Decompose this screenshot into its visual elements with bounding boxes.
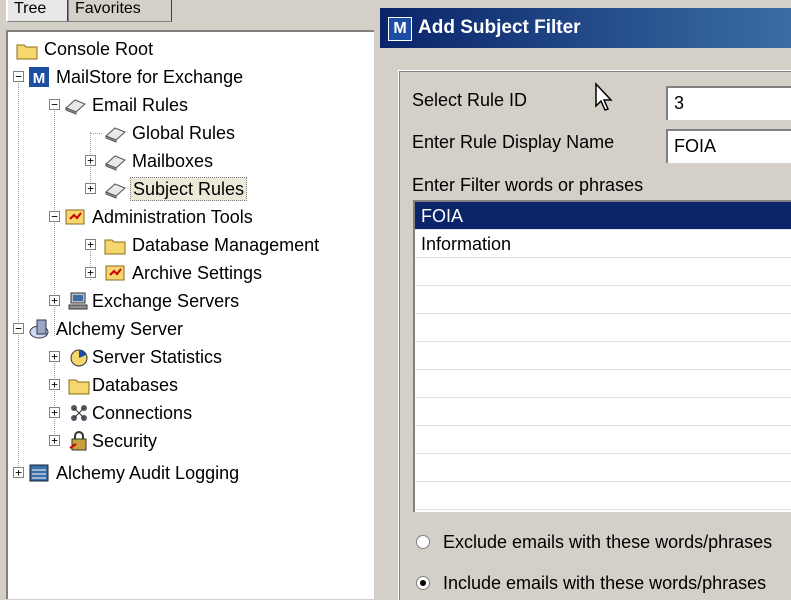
expand-toggle[interactable]: + <box>85 239 96 250</box>
include-option-label: Include emails with these words/phrases <box>443 573 767 593</box>
dialog-title-bar[interactable]: M Add Subject Filter <box>380 8 791 48</box>
audit-log-icon <box>28 462 50 484</box>
rules-book-icon <box>64 94 86 116</box>
folder-icon <box>68 374 90 396</box>
collapse-toggle[interactable]: − <box>49 211 60 222</box>
list-row-empty[interactable] <box>415 426 791 454</box>
mailstore-m-icon: M <box>28 66 50 88</box>
statistics-icon <box>68 346 90 368</box>
tab-tree[interactable]: Tree <box>6 0 68 22</box>
list-row-empty[interactable] <box>415 482 791 510</box>
expand-toggle[interactable]: + <box>49 407 60 418</box>
folder-icon <box>104 234 126 256</box>
filter-words-list[interactable]: FOIA Information <box>413 200 791 512</box>
tab-favorites[interactable]: Favorites <box>68 0 172 22</box>
list-item[interactable]: Information <box>415 230 791 258</box>
expand-toggle[interactable]: + <box>49 435 60 446</box>
folder-icon <box>16 39 38 61</box>
expand-toggle[interactable]: + <box>49 295 60 306</box>
collapse-toggle[interactable]: − <box>13 71 24 82</box>
rules-book-icon <box>104 150 126 172</box>
include-radio[interactable] <box>416 576 430 590</box>
radio-selected-dot <box>420 580 426 586</box>
list-row-empty[interactable] <box>415 398 791 426</box>
svg-text:M: M <box>33 70 46 87</box>
exclude-radio[interactable] <box>416 535 430 549</box>
expand-toggle[interactable]: + <box>49 351 60 362</box>
dialog-title: Add Subject Filter <box>418 17 581 38</box>
expand-toggle[interactable]: + <box>85 267 96 278</box>
list-row-empty[interactable] <box>415 342 791 370</box>
expand-toggle[interactable]: + <box>49 379 60 390</box>
admin-tools-icon <box>104 262 126 284</box>
display-name-field[interactable]: FOIA <box>666 129 791 163</box>
list-row-empty[interactable] <box>415 370 791 398</box>
rules-book-icon <box>104 122 126 144</box>
list-row-empty[interactable] <box>415 314 791 342</box>
collapse-toggle[interactable]: − <box>13 323 24 334</box>
connections-icon <box>68 402 90 424</box>
admin-tools-icon <box>64 206 86 228</box>
security-icon <box>68 430 90 452</box>
console-tree[interactable]: Console Root − M MailStore for Exchange … <box>6 30 374 599</box>
mailstore-m-icon: M <box>388 17 412 41</box>
expand-toggle[interactable]: + <box>13 467 24 478</box>
expand-toggle[interactable]: + <box>85 155 96 166</box>
server-computer-icon <box>68 290 90 312</box>
rules-book-icon <box>104 178 126 200</box>
mouse-pointer-icon <box>594 82 616 117</box>
list-row-empty[interactable] <box>415 258 791 286</box>
alchemy-server-icon <box>28 318 50 340</box>
filter-words-label: Enter Filter words or phrases <box>412 175 644 195</box>
exclude-option-label: Exclude emails with these words/phrases <box>443 532 773 552</box>
expand-toggle[interactable]: + <box>85 183 96 194</box>
rule-id-field[interactable]: 3 <box>666 86 791 120</box>
tab-strip: Tree Favorites <box>0 0 380 30</box>
list-row-empty[interactable] <box>415 286 791 314</box>
list-row-empty[interactable] <box>415 454 791 482</box>
display-name-label: Enter Rule Display Name <box>412 132 615 152</box>
collapse-toggle[interactable]: − <box>49 99 60 110</box>
rule-id-label: Select Rule ID <box>412 90 528 110</box>
list-item[interactable]: FOIA <box>415 202 791 230</box>
